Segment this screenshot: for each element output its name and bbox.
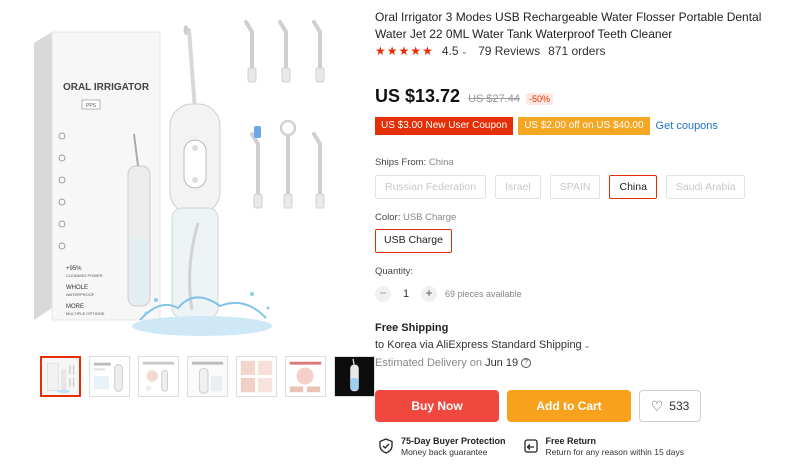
shipping-title: Free Shipping — [375, 322, 449, 334]
return-subtitle: Return for any reason within 15 days — [545, 447, 684, 457]
wishlist-count: 533 — [669, 399, 690, 413]
svg-text:MORE: MORE — [66, 304, 84, 310]
original-price: US $27.44 — [468, 93, 521, 105]
color-options: USB Charge — [375, 229, 452, 253]
quantity-value[interactable]: 1 — [391, 288, 421, 300]
rating-value[interactable]: 4.5 — [442, 44, 459, 58]
rating-stars: ★ ★ ★ ★ ★ — [375, 45, 433, 57]
coupon-row: US $3.00 New User Coupon US $2.00 off on… — [375, 117, 718, 135]
action-buttons: Buy Now Add to Cart ♡ 533 — [375, 390, 701, 422]
thumbnail-strip — [40, 356, 375, 397]
thumbnail-2[interactable] — [89, 356, 130, 397]
color-option-usb-charge[interactable]: USB Charge — [375, 229, 452, 253]
star-icon: ★ — [422, 44, 433, 58]
free-return[interactable]: Free Return Return for any reason within… — [523, 436, 684, 458]
svg-text:WATERPROOF: WATERPROOF — [66, 292, 95, 297]
star-icon: ★ — [386, 44, 398, 58]
buyer-protection[interactable]: 75-Day Buyer Protection Money back guara… — [378, 436, 506, 458]
delivery-date: Jun 19 — [485, 357, 519, 369]
ships-from-option-spain[interactable]: SPAIN — [549, 175, 601, 199]
new-user-coupon[interactable]: US $3.00 New User Coupon — [375, 117, 514, 135]
buy-now-button[interactable]: Buy Now — [375, 390, 499, 422]
protection-subtitle: Money back guarantee — [401, 447, 488, 457]
ships-from-option-israel[interactable]: Israel — [495, 175, 541, 199]
ships-from-option-russia[interactable]: Russian Federation — [375, 175, 487, 199]
discount-badge: -50% — [526, 93, 554, 105]
svg-text:MULTIPLE OPTIONS: MULTIPLE OPTIONS — [66, 311, 105, 316]
get-coupons-link[interactable]: Get coupons — [656, 120, 718, 132]
main-product-image[interactable]: ORAL IRRIGATOR PPS +95% CLEANING POWER W… — [20, 8, 338, 344]
quantity-stepper: − 1 + 69 pieces available — [375, 286, 522, 302]
svg-text:PPS: PPS — [86, 103, 97, 109]
thumbnail-5[interactable] — [236, 356, 277, 397]
estimated-delivery: Estimated Delivery on Jun 19? — [375, 357, 532, 369]
svg-text:+95%: +95% — [66, 266, 82, 272]
chevron-down-icon[interactable]: ⌄ — [584, 341, 591, 350]
star-icon: ★ — [410, 44, 422, 58]
add-to-cart-button[interactable]: Add to Cart — [507, 390, 631, 422]
star-icon: ★ — [398, 44, 410, 58]
price-row: US $13.72 US $27.44 -50% — [375, 86, 554, 107]
thumbnail-7[interactable] — [334, 356, 375, 397]
heart-icon: ♡ — [650, 398, 664, 414]
quantity-decrease-button[interactable]: − — [375, 286, 391, 302]
protection-title: 75-Day Buyer Protection — [401, 436, 506, 446]
star-icon: ★ — [375, 44, 386, 58]
ships-from-option-china[interactable]: China — [609, 175, 657, 199]
return-icon — [523, 439, 538, 453]
svg-text:CLEANING POWER: CLEANING POWER — [66, 273, 103, 278]
current-price: US $13.72 — [375, 86, 461, 106]
ships-from-options: Russian Federation Israel SPAIN China Sa… — [375, 175, 746, 199]
rating-row: ★ ★ ★ ★ ★ 4.5 ⌄ 79 Reviews 871 orders — [375, 44, 605, 58]
box-brand-text: ORAL IRRIGATOR — [63, 82, 150, 93]
reviews-link[interactable]: 79 Reviews — [478, 44, 540, 58]
pieces-available: 69 pieces available — [445, 289, 522, 299]
product-title: Oral Irrigator 3 Modes USB Rechargeable … — [375, 10, 762, 41]
guarantees: 75-Day Buyer Protection Money back guara… — [378, 436, 684, 458]
thumbnail-3[interactable] — [138, 356, 179, 397]
quantity-increase-button[interactable]: + — [421, 286, 437, 302]
wishlist-button[interactable]: ♡ 533 — [639, 390, 701, 422]
ships-from-option-saudi-arabia[interactable]: Saudi Arabia — [665, 175, 746, 199]
thumbnail-4[interactable] — [187, 356, 228, 397]
ships-from-label: Ships From: China — [375, 157, 454, 168]
thumbnail-6[interactable] — [285, 356, 326, 397]
return-title: Free Return — [545, 436, 597, 446]
question-icon[interactable]: ? — [521, 358, 532, 369]
color-selected: USB Charge — [402, 212, 457, 223]
shield-check-icon — [379, 438, 393, 454]
ships-from-selected: China — [428, 157, 454, 168]
chevron-down-icon[interactable]: ⌄ — [461, 46, 469, 57]
thumbnail-1[interactable] — [40, 356, 81, 397]
svg-text:WHOLE: WHOLE — [66, 285, 88, 291]
store-coupon[interactable]: US $2.00 off on US $40.00 — [518, 117, 650, 135]
color-label: Color: USB Charge — [375, 212, 457, 223]
quantity-label: Quantity: — [375, 266, 414, 277]
shipping-destination[interactable]: to Korea via AliExpress Standard Shippin… — [375, 339, 590, 351]
orders-count: 871 orders — [548, 44, 606, 58]
